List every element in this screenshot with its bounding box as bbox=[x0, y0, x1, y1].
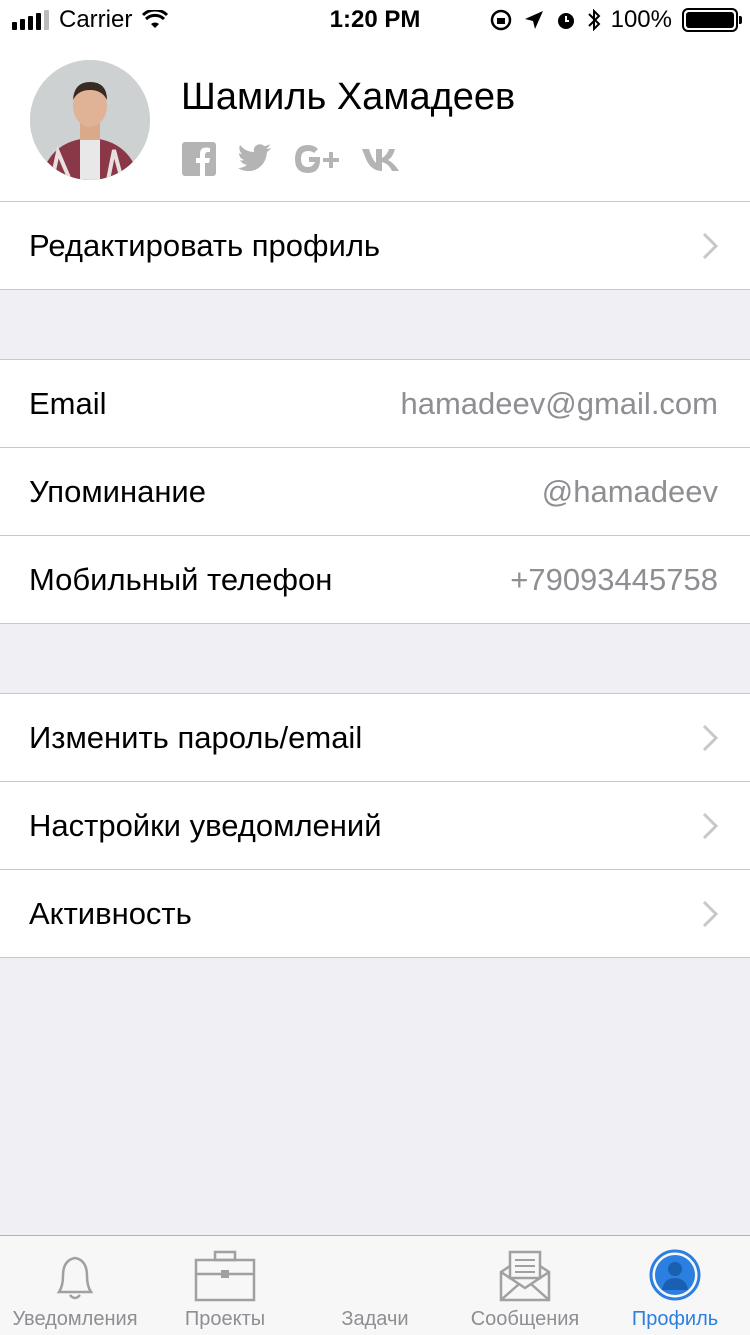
tab-label: Профиль bbox=[631, 1308, 719, 1330]
location-icon bbox=[524, 11, 543, 29]
social-links bbox=[182, 142, 400, 176]
envelope-icon bbox=[499, 1250, 551, 1302]
tab-label: Сообщения bbox=[470, 1308, 580, 1330]
change-password-label: Изменить пароль/email bbox=[29, 719, 363, 755]
notification-settings-row[interactable]: Настройки уведомлений bbox=[0, 781, 750, 869]
tab-label: Проекты bbox=[184, 1308, 266, 1330]
phone-label: Мобильный телефон bbox=[29, 561, 333, 597]
vk-icon[interactable] bbox=[362, 147, 400, 171]
settings-group: Изменить пароль/email Настройки уведомле… bbox=[0, 693, 750, 958]
mention-row[interactable]: Упоминание @hamadeev bbox=[0, 447, 750, 535]
chevron-right-icon bbox=[702, 812, 718, 840]
contact-info-group: Email hamadeev@gmail.com Упоминание @ham… bbox=[0, 359, 750, 624]
alarm-icon bbox=[557, 13, 574, 29]
edit-profile-label: Редактировать профиль bbox=[29, 227, 381, 263]
profile-icon bbox=[649, 1249, 701, 1301]
email-row[interactable]: Email hamadeev@gmail.com bbox=[0, 360, 750, 447]
battery-icon bbox=[682, 8, 742, 32]
profile-name: Шамиль Хамадеев bbox=[181, 76, 516, 118]
avatar[interactable] bbox=[30, 60, 150, 180]
profile-header: Шамиль Хамадеев bbox=[0, 40, 750, 202]
notification-settings-label: Настройки уведомлений bbox=[29, 807, 382, 843]
activity-label: Активность bbox=[29, 895, 192, 931]
chevron-right-icon bbox=[702, 232, 718, 260]
mention-value: @hamadeev bbox=[541, 473, 718, 509]
change-password-row[interactable]: Изменить пароль/email bbox=[0, 694, 750, 781]
chevron-right-icon bbox=[702, 724, 718, 752]
phone-row[interactable]: Мобильный телефон +79093445758 bbox=[0, 535, 750, 623]
tab-bar: Уведомления Проекты Задачи Сообщения Про… bbox=[0, 1235, 750, 1335]
tab-tasks[interactable]: Задачи bbox=[300, 1236, 450, 1335]
bluetooth-icon bbox=[587, 8, 601, 32]
twitter-icon[interactable] bbox=[238, 144, 272, 174]
activity-row[interactable]: Активность bbox=[0, 869, 750, 957]
briefcase-icon bbox=[194, 1250, 256, 1302]
status-bar: Carrier 1:20 PM 100% bbox=[0, 0, 750, 40]
tab-label: Задачи bbox=[341, 1308, 409, 1330]
tab-projects[interactable]: Проекты bbox=[150, 1236, 300, 1335]
chevron-right-icon bbox=[702, 900, 718, 928]
battery-percent: 100% bbox=[610, 6, 672, 33]
tab-profile[interactable]: Профиль bbox=[600, 1236, 750, 1335]
google-plus-icon[interactable] bbox=[294, 144, 340, 174]
tab-label: Уведомления bbox=[12, 1308, 138, 1330]
rotation-lock-icon bbox=[490, 9, 511, 31]
tab-messages[interactable]: Сообщения bbox=[450, 1236, 600, 1335]
email-label: Email bbox=[29, 385, 107, 421]
edit-profile-group: Редактировать профиль bbox=[0, 201, 750, 290]
tab-notifications[interactable]: Уведомления bbox=[0, 1236, 150, 1335]
edit-profile-row[interactable]: Редактировать профиль bbox=[0, 202, 750, 289]
phone-value: +79093445758 bbox=[510, 561, 718, 597]
bell-icon bbox=[56, 1256, 94, 1300]
facebook-icon[interactable] bbox=[182, 142, 216, 176]
mention-label: Упоминание bbox=[29, 473, 206, 509]
email-value: hamadeev@gmail.com bbox=[400, 385, 719, 421]
